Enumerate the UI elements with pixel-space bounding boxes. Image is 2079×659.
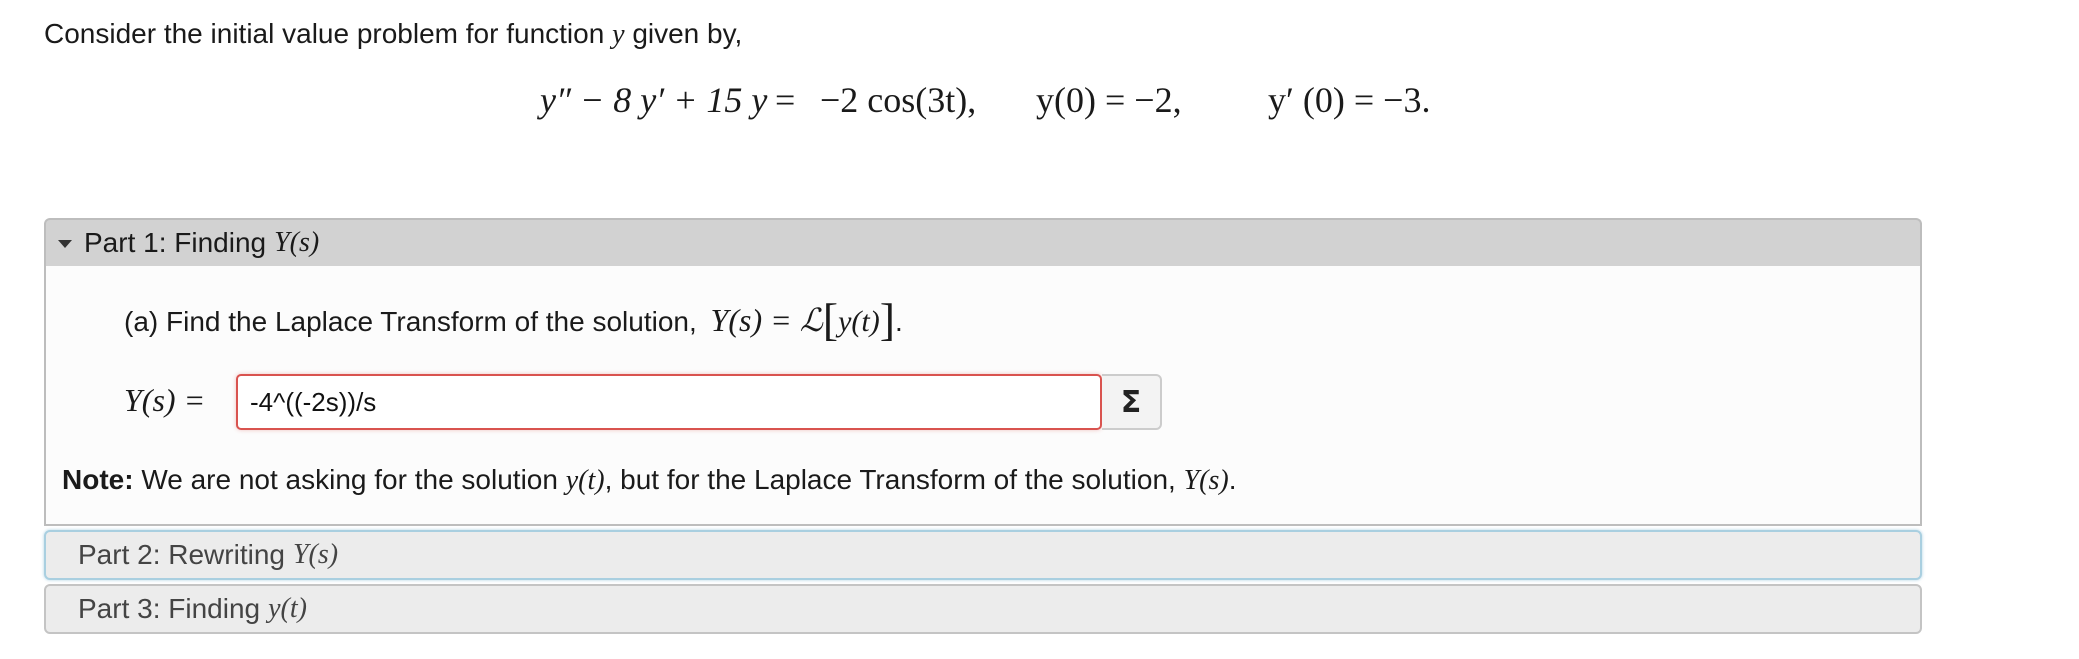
intro-variable: y	[612, 19, 625, 50]
part-1-body: (a) Find the Laplace Transform of the so…	[44, 266, 1922, 526]
question-math-lhs: Y(s) = ℒ	[710, 302, 823, 338]
part-3-label: Part 3: Finding	[78, 593, 261, 624]
note-math-2: Y(s)	[1183, 465, 1229, 496]
part-3-math: y(t)	[268, 593, 307, 624]
note-text-3: .	[1228, 464, 1237, 495]
part-2-label: Part 2: Rewriting	[78, 539, 285, 570]
ode-equals: =	[775, 80, 796, 120]
intro-text: Consider the initial value problem for f…	[44, 18, 605, 49]
answer-input[interactable]	[236, 374, 1102, 430]
equation-row: y″ − 8 y′ + 15 y = −2 cos(3t), y(0) = −2…	[0, 72, 2079, 128]
question-math-inner: y(t)	[838, 305, 880, 338]
part-1-header[interactable]: Part 1: Finding Y(s)	[44, 218, 1922, 268]
part-1-math: Y(s)	[274, 227, 320, 258]
initial-condition-1: y(0) = −2,	[1036, 80, 1182, 120]
part-1-label: Part 1: Finding	[84, 227, 267, 258]
answer-label: Y(s) =	[124, 382, 206, 418]
ode-lhs: y″ − 8 y′ + 15 y	[540, 80, 768, 120]
part-3-header[interactable]: Part 3: Finding y(t)	[44, 584, 1922, 634]
part-2-header[interactable]: Part 2: Rewriting Y(s)	[44, 530, 1922, 580]
intro-text-end: given by,	[632, 18, 743, 49]
sigma-button[interactable]: Σ	[1102, 374, 1162, 430]
part-2-math: Y(s)	[292, 539, 339, 570]
note-text-1: We are not asking for the solution	[141, 464, 558, 495]
note-bold-label: Note:	[62, 464, 134, 495]
initial-condition-2: y′ (0) = −3.	[1268, 80, 1431, 120]
problem-intro: Consider the initial value problem for f…	[44, 14, 742, 55]
bracket-open: [	[822, 294, 839, 345]
ode-rhs: −2 cos(3t),	[820, 80, 977, 120]
bracket-close: ]	[879, 294, 896, 345]
question-a: (a) Find the Laplace Transform of the so…	[124, 297, 903, 344]
caret-down-icon	[58, 240, 72, 248]
note-math-1: y(t)	[565, 465, 605, 496]
note-text-2: , but for the Laplace Transform of the s…	[604, 464, 1176, 495]
question-suffix: .	[895, 306, 903, 337]
question-prefix: (a) Find the Laplace Transform of the so…	[124, 306, 697, 337]
note: Note: We are not asking for the solution…	[62, 458, 1236, 503]
